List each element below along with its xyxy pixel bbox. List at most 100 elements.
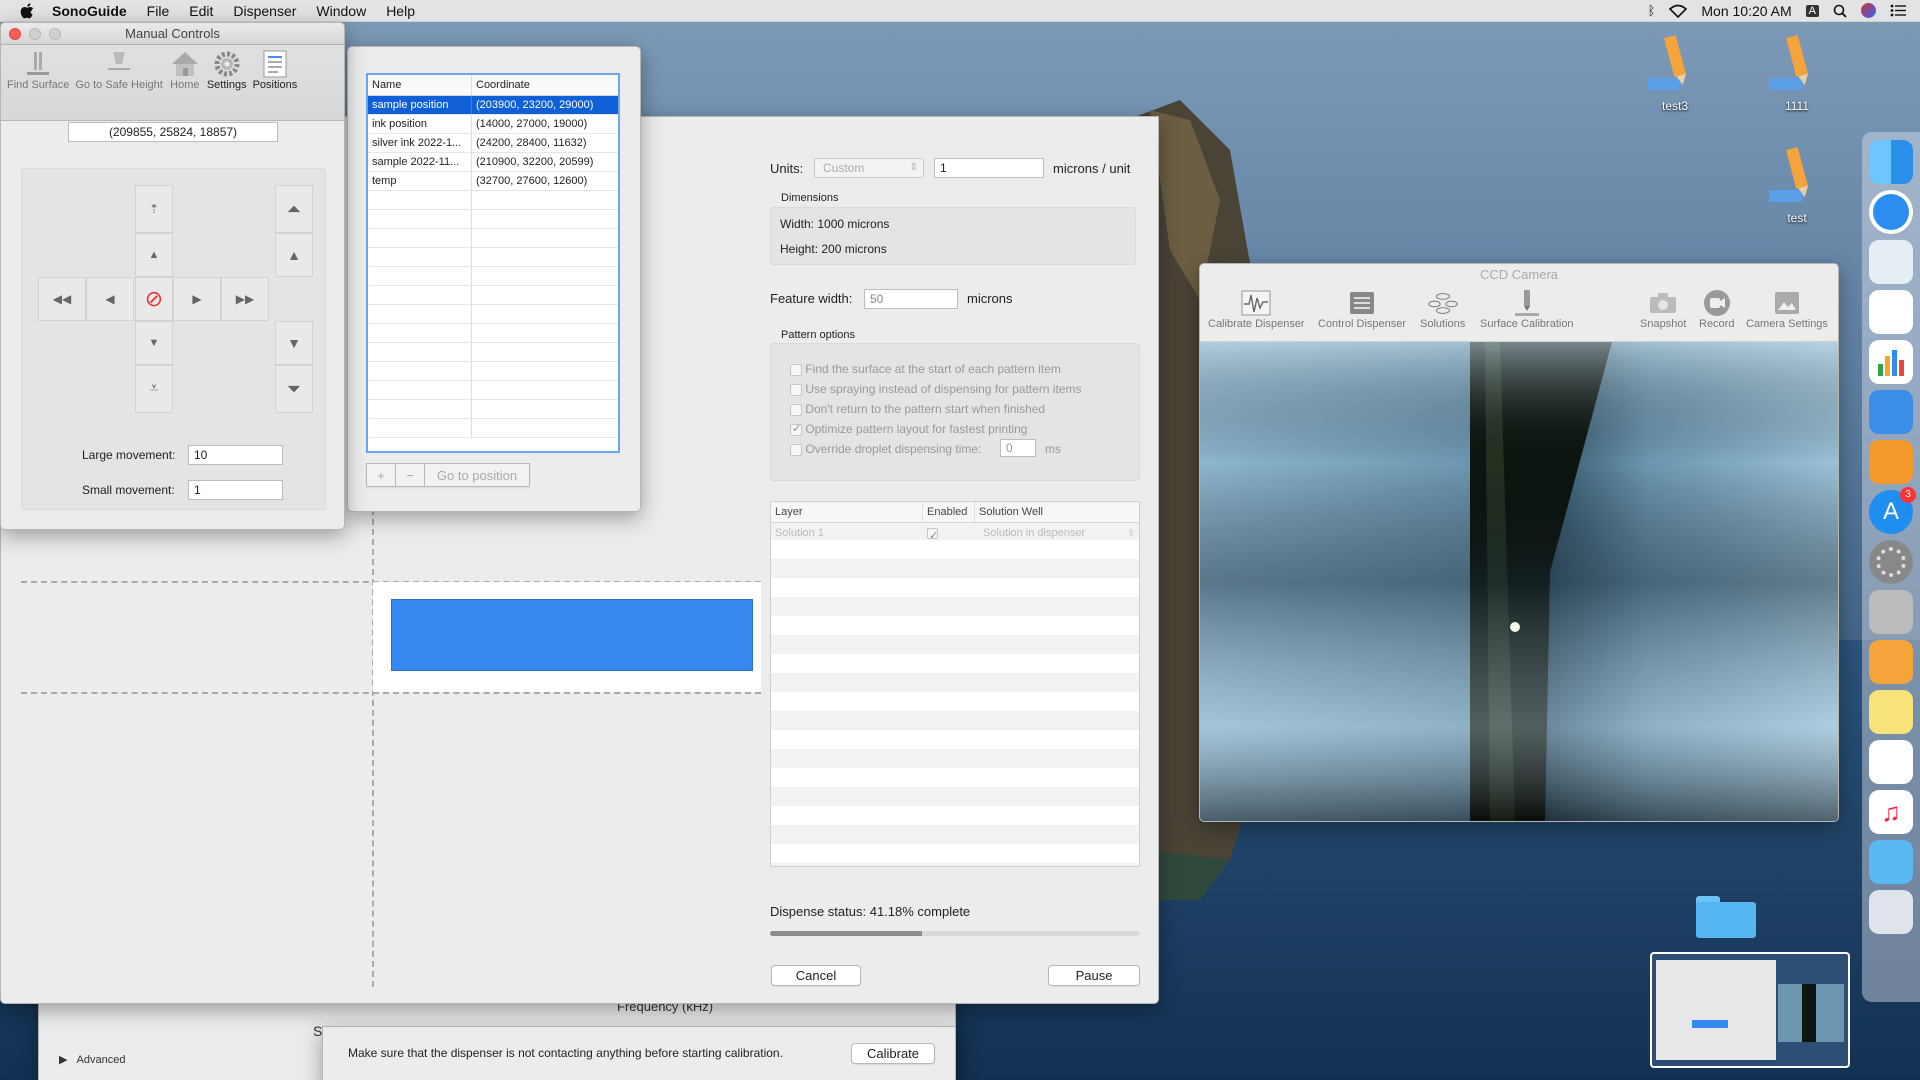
col-solution-well[interactable]: Solution Well [975, 502, 1139, 522]
keynote-icon[interactable] [1869, 390, 1913, 434]
home-tool[interactable]: Home [169, 49, 201, 120]
positions-tool[interactable]: Positions [253, 49, 297, 120]
menu-file[interactable]: File [137, 0, 180, 22]
checkbox-checked[interactable] [790, 422, 802, 436]
z-down-small-button[interactable]: ▼ [275, 321, 313, 365]
table-row[interactable] [368, 248, 618, 267]
solutions-tool[interactable]: Solutions [1420, 288, 1465, 330]
stop-button[interactable]: ⊘ [135, 277, 173, 321]
option-dont-return[interactable]: Don't return to the pattern start when f… [790, 402, 1045, 416]
large-movement-field[interactable] [188, 445, 283, 465]
siri-icon[interactable] [1861, 3, 1876, 18]
table-row[interactable] [368, 210, 618, 229]
table-row[interactable] [368, 381, 618, 400]
reminders-icon[interactable] [1869, 290, 1913, 334]
layer-enabled[interactable] [923, 523, 975, 546]
x-left-small-button[interactable]: ◀ [86, 277, 134, 321]
table-row[interactable]: sample position (203900, 23200, 29000) [368, 96, 618, 115]
checkbox[interactable] [790, 443, 802, 456]
table-row[interactable] [368, 267, 618, 286]
surface-calibration-tool[interactable]: Surface Calibration [1480, 288, 1574, 330]
spotlight-search-icon[interactable] [1833, 4, 1847, 18]
checkbox[interactable] [790, 403, 802, 416]
menu-help[interactable]: Help [376, 0, 425, 22]
calibrate-dispenser-tool[interactable]: Calibrate Dispenser [1208, 288, 1305, 330]
desktop-icon-test3[interactable]: test3 [1639, 32, 1710, 113]
x-right-large-button[interactable]: ▶▶ [221, 277, 269, 321]
col-name[interactable]: Name [368, 75, 472, 95]
preview-icon[interactable] [1869, 240, 1913, 284]
feature-width-field[interactable] [864, 289, 958, 309]
table-row[interactable]: sample 2022-11... (210900, 32200, 20599) [368, 153, 618, 172]
y-down-large-button[interactable]: ⩡ [135, 365, 173, 413]
automator-icon[interactable] [1869, 590, 1913, 634]
option-use-spraying[interactable]: Use spraying instead of dispensing for p… [790, 382, 1082, 396]
y-up-large-button[interactable]: ⇡ [135, 185, 173, 233]
table-row[interactable]: ink position (14000, 27000, 19000) [368, 115, 618, 134]
music-icon[interactable]: ♫ [1869, 790, 1913, 834]
bluetooth-icon[interactable]: ᛒ [1648, 3, 1656, 18]
y-down-small-button[interactable]: ▼ [135, 321, 173, 365]
pause-button[interactable]: Pause [1048, 965, 1140, 986]
close-window-button[interactable] [9, 28, 21, 40]
minimize-window-button[interactable] [29, 28, 41, 40]
find-surface-tool[interactable]: Find Surface [7, 49, 69, 120]
menu-edit[interactable]: Edit [179, 0, 223, 22]
wifi-icon[interactable] [1669, 4, 1688, 18]
advanced-disclosure[interactable]: ▶ Advanced [59, 1053, 125, 1066]
override-time-field[interactable] [1000, 439, 1036, 457]
solution-well-select[interactable]: Solution in dispenser ⇳ [975, 523, 1139, 543]
table-row[interactable]: temp (32700, 27600, 12600) [368, 172, 618, 191]
screen-thumbnail[interactable] [1650, 952, 1850, 1068]
record-tool[interactable]: Record [1699, 288, 1734, 330]
table-row[interactable] [368, 191, 618, 210]
small-movement-field[interactable] [188, 480, 283, 500]
table-row[interactable] [368, 305, 618, 324]
table-row[interactable] [368, 419, 618, 438]
checkbox-checked[interactable] [927, 526, 938, 546]
pages-icon[interactable] [1869, 440, 1913, 484]
textedit-pencil-icon[interactable] [1869, 640, 1913, 684]
safari-icon[interactable] [1869, 190, 1913, 234]
z-up-small-button[interactable]: ▲ [275, 233, 313, 277]
go-to-safe-height-tool[interactable]: Go to Safe Height [75, 49, 163, 120]
table-row[interactable] [368, 362, 618, 381]
trash-icon[interactable] [1869, 890, 1913, 934]
option-find-surface[interactable]: Find the surface at the start of each pa… [790, 362, 1061, 376]
manual-controls-titlebar[interactable]: Manual Controls [1, 23, 344, 45]
x-right-small-button[interactable]: ▶ [173, 277, 221, 321]
app-store-icon[interactable]: A3 [1869, 487, 1916, 534]
menu-dispenser[interactable]: Dispenser [223, 0, 306, 22]
col-coordinate[interactable]: Coordinate [472, 75, 618, 95]
stickies-icon[interactable] [1869, 690, 1913, 734]
table-row[interactable] [368, 324, 618, 343]
col-layer[interactable]: Layer [771, 502, 923, 522]
x-left-large-button[interactable]: ◀◀ [38, 277, 86, 321]
y-up-small-button[interactable]: ▲ [135, 233, 173, 277]
notification-center-icon[interactable] [1890, 4, 1906, 17]
table-row[interactable]: silver ink 2022-1... (24200, 28400, 11632… [368, 134, 618, 153]
units-scale-field[interactable] [934, 158, 1044, 178]
pattern-item[interactable] [373, 582, 761, 692]
clock[interactable]: Mon 10:20 AM [1701, 3, 1791, 19]
pattern-rectangle[interactable] [391, 599, 753, 671]
remove-position-button[interactable]: − [395, 463, 425, 487]
cancel-button[interactable]: Cancel [771, 965, 861, 986]
option-override-time[interactable]: Override droplet dispensing time: [790, 442, 981, 456]
option-optimize-layout[interactable]: Optimize pattern layout for fastest prin… [790, 422, 1027, 436]
desktop-icon-1111[interactable]: 1111 [1761, 32, 1832, 113]
numbers-icon[interactable] [1869, 340, 1913, 384]
col-enabled[interactable]: Enabled [923, 502, 975, 522]
zoom-window-button[interactable] [49, 28, 61, 40]
table-row[interactable]: Solution 1 Solution in dispenser ⇳ [771, 523, 1139, 546]
z-up-large-button[interactable]: ⏶ [275, 185, 313, 233]
add-position-button[interactable]: + [366, 463, 396, 487]
camera-feed[interactable] [1200, 342, 1839, 822]
table-row[interactable] [368, 400, 618, 419]
settings-tool[interactable]: Settings [207, 49, 247, 120]
table-row[interactable] [368, 286, 618, 305]
z-down-large-button[interactable]: ⏷ [275, 365, 313, 413]
textedit-icon[interactable] [1869, 740, 1913, 784]
calibrate-button[interactable]: Calibrate [851, 1043, 935, 1064]
control-dispenser-tool[interactable]: Control Dispenser [1318, 288, 1406, 330]
